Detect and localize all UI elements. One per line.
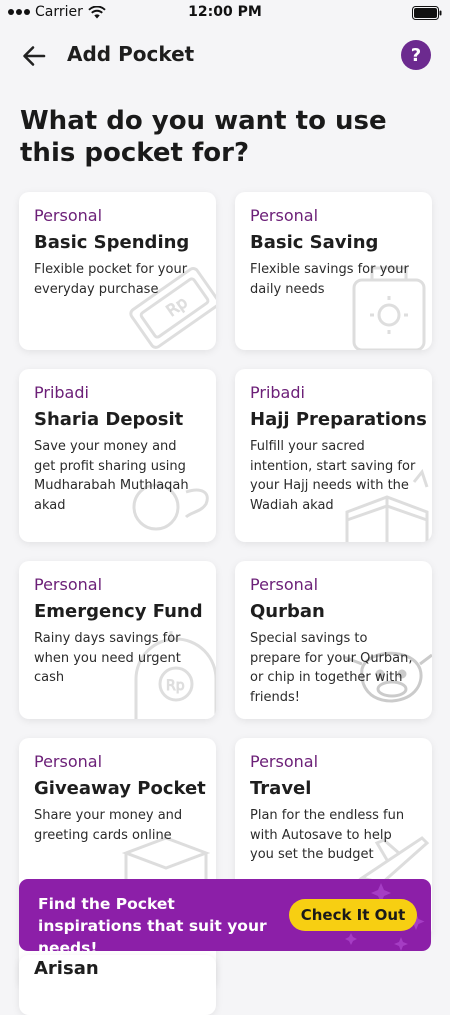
inspiration-banner: Find the Pocket inspirations that suit y… bbox=[19, 879, 431, 951]
card-description: Special savings to prepare for your Qurb… bbox=[250, 631, 413, 705]
card-category: Personal bbox=[34, 575, 103, 594]
pocket-card-hajj-preparations[interactable]: Pribadi Hajj Preparations Fulfill your s… bbox=[235, 369, 432, 542]
battery-icon bbox=[412, 5, 442, 24]
section-heading: What do you want to use this pocket for? bbox=[20, 106, 387, 168]
card-category: Pribadi bbox=[250, 383, 305, 402]
card-description: Plan for the endless fun with Autosave t… bbox=[250, 808, 405, 862]
app-header: Add Pocket ? bbox=[0, 30, 450, 80]
carrier-label: Carrier bbox=[35, 4, 83, 20]
card-description: Save your money and get profit sharing u… bbox=[34, 439, 189, 513]
pocket-card-qurban[interactable]: Personal Qurban Special savings to prepa… bbox=[235, 561, 432, 719]
status-bar: Carrier 12:00 PM bbox=[0, 0, 450, 26]
card-title: Basic Spending bbox=[34, 232, 190, 253]
card-category: Personal bbox=[34, 752, 103, 771]
card-description: Share your money and greeting cards onli… bbox=[34, 808, 183, 843]
card-category: Pribadi bbox=[34, 383, 89, 402]
card-title: Basic Saving bbox=[250, 232, 379, 253]
back-arrow-icon[interactable] bbox=[20, 42, 48, 70]
card-category: Personal bbox=[34, 206, 103, 225]
page-title: Add Pocket bbox=[67, 42, 195, 66]
banner-text: Find the Pocket inspirations that suit y… bbox=[38, 895, 267, 951]
card-title: Hajj Preparations bbox=[250, 409, 427, 430]
pocket-card-basic-spending[interactable]: Rp Personal Basic Spending Flexible pock… bbox=[19, 192, 216, 350]
pocket-card-basic-saving[interactable]: Personal Basic Saving Flexible savings f… bbox=[235, 192, 432, 350]
card-description: Fulfill your sacred intention, start sav… bbox=[250, 439, 416, 513]
card-description: Flexible savings for your daily needs bbox=[250, 262, 409, 297]
card-title: Travel bbox=[250, 778, 312, 799]
card-description: Rainy days savings for when you need urg… bbox=[34, 631, 181, 685]
pocket-card-sharia-deposit[interactable]: Pribadi Sharia Deposit Save your money a… bbox=[19, 369, 216, 542]
card-title: Giveaway Pocket bbox=[34, 778, 206, 799]
pocket-card-emergency-fund[interactable]: Rp Personal Emergency Fund Rainy days sa… bbox=[19, 561, 216, 719]
card-title: Arisan bbox=[34, 958, 99, 979]
check-it-out-button[interactable]: Check It Out bbox=[289, 899, 417, 931]
card-description: Flexible pocket for your everyday purcha… bbox=[34, 262, 188, 297]
card-category: Personal bbox=[250, 575, 319, 594]
status-left: Carrier bbox=[8, 4, 106, 20]
help-button[interactable]: ? bbox=[401, 40, 431, 70]
card-title: Sharia Deposit bbox=[34, 409, 184, 430]
card-title: Emergency Fund bbox=[34, 601, 203, 622]
card-category: Personal bbox=[250, 206, 319, 225]
wifi-icon bbox=[88, 5, 106, 18]
signal-dots-icon bbox=[8, 9, 30, 15]
card-category: Personal bbox=[250, 752, 319, 771]
card-title: Qurban bbox=[250, 601, 325, 622]
pocket-card-arisan[interactable]: Arisan bbox=[19, 955, 216, 1015]
